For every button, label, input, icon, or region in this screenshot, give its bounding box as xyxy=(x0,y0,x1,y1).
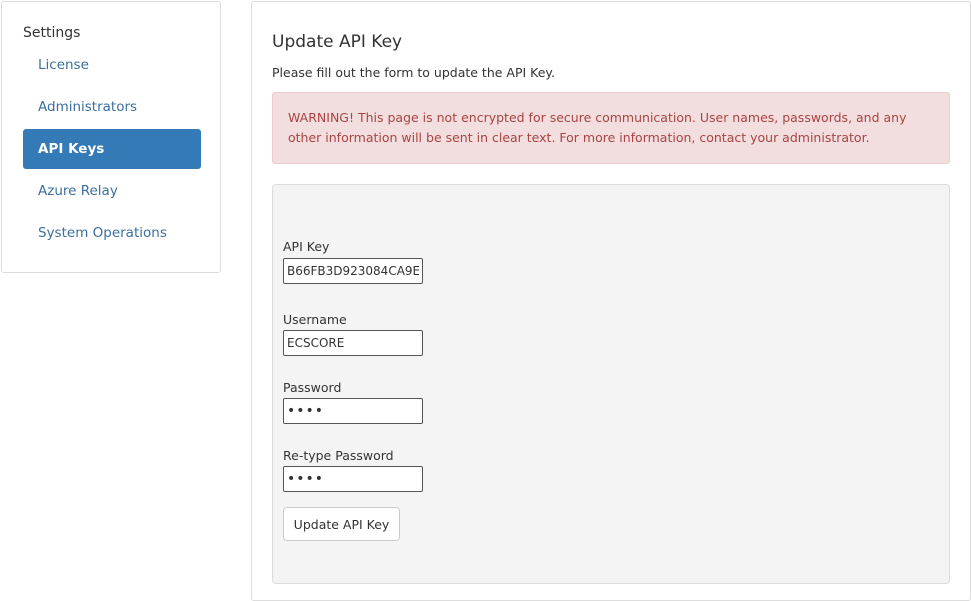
page-description: Please fill out the form to update the A… xyxy=(272,65,556,80)
password-label: Password xyxy=(283,380,342,395)
sidebar-item-administrators[interactable]: Administrators xyxy=(23,87,201,127)
sidebar-item-license[interactable]: License xyxy=(23,45,201,85)
password-input[interactable] xyxy=(283,398,423,424)
sidebar-heading: Settings xyxy=(23,25,81,41)
settings-sidebar: Settings License Administrators API Keys… xyxy=(1,1,221,273)
api-key-form: API Key Username Password Re-type Passwo… xyxy=(272,184,950,584)
update-api-key-button[interactable]: Update API Key xyxy=(283,507,400,541)
warning-alert: WARNING! This page is not encrypted for … xyxy=(272,92,950,164)
page-title: Update API Key xyxy=(272,32,403,52)
retype-password-input[interactable] xyxy=(283,466,423,492)
username-label: Username xyxy=(283,312,347,327)
main-content: Update API Key Please fill out the form … xyxy=(251,1,971,601)
sidebar-item-api-keys[interactable]: API Keys xyxy=(23,129,201,169)
api-key-label: API Key xyxy=(283,239,330,254)
api-key-input[interactable] xyxy=(283,258,423,284)
sidebar-item-azure-relay[interactable]: Azure Relay xyxy=(23,171,201,211)
username-input[interactable] xyxy=(283,330,423,356)
sidebar-item-system-operations[interactable]: System Operations xyxy=(23,213,201,253)
retype-password-label: Re-type Password xyxy=(283,448,394,463)
